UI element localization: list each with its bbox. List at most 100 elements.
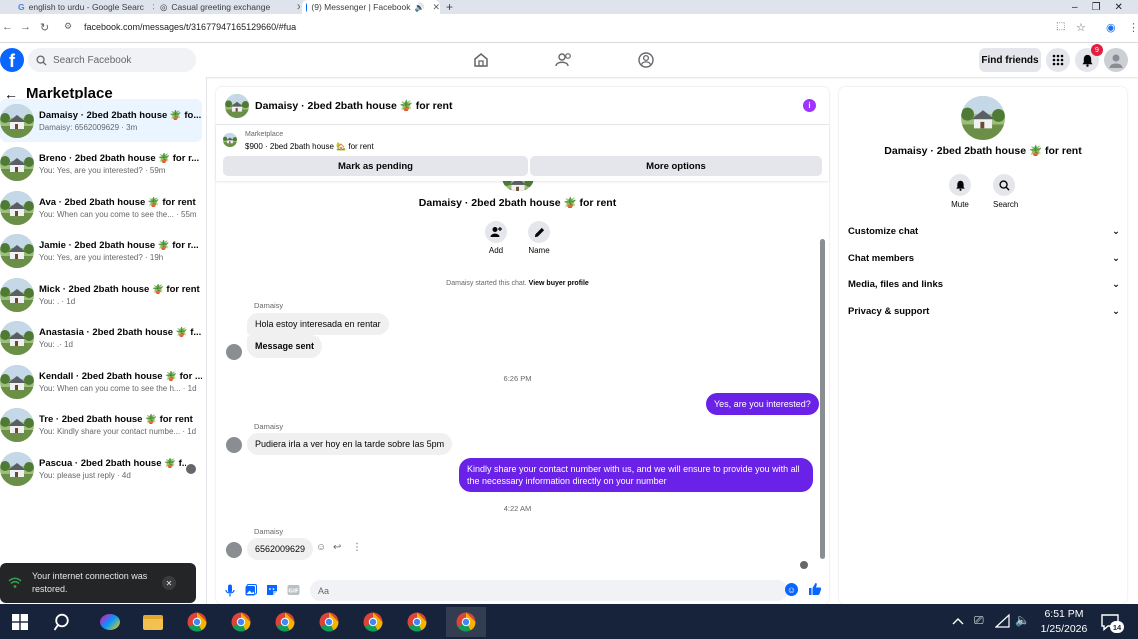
facebook-logo-icon[interactable]: f xyxy=(0,48,24,72)
reload-icon[interactable]: ↻ xyxy=(40,21,49,34)
chrome-app-icon[interactable] xyxy=(316,609,342,635)
conversation-item[interactable]: Anastasia · 2bed 2bath house 🪴 f... You: … xyxy=(0,317,202,360)
message-bubble[interactable]: 6562009629 xyxy=(247,538,314,561)
conversation-item[interactable]: Tre · 2bed 2bath house 🪴 for rent You: Ki… xyxy=(0,404,202,447)
message-bubble-outgoing[interactable]: Kindly share your contact number with us… xyxy=(459,458,813,493)
groups-icon[interactable] xyxy=(637,51,655,69)
mute-button[interactable]: Mute xyxy=(949,174,971,209)
thumbs-up-icon[interactable] xyxy=(808,582,822,596)
menu-kebab-icon[interactable]: ⋮ xyxy=(1128,21,1138,34)
listing-thumbnail[interactable] xyxy=(223,133,237,147)
message-bubble-outgoing[interactable]: Yes, are you interested? xyxy=(706,393,819,416)
chrome-app-icon[interactable] xyxy=(404,609,430,635)
search-in-chat-button[interactable]: Search xyxy=(993,174,1018,209)
windows-start-icon[interactable] xyxy=(12,614,28,630)
conversation-item[interactable]: Damaisy · 2bed 2bath house 🪴 fo... Damais… xyxy=(0,99,202,142)
conversation-title: Anastasia · 2bed 2bath house 🪴 f... xyxy=(39,327,202,338)
gif-icon[interactable]: GIF xyxy=(287,584,300,596)
chrome-app-icon[interactable] xyxy=(360,609,386,635)
notification-count-badge: 14 xyxy=(1110,621,1124,633)
meet-now-icon[interactable]: ⎚ xyxy=(974,613,984,628)
minimize-icon[interactable]: – xyxy=(1072,2,1078,13)
search-input[interactable]: Search Facebook xyxy=(28,48,196,72)
name-button[interactable]: Name xyxy=(528,221,550,255)
chat-avatar[interactable] xyxy=(225,93,249,118)
bookmark-star-icon[interactable]: ☆ xyxy=(1076,21,1086,34)
conversation-item[interactable]: Ava · 2bed 2bath house 🪴 for rent You: Wh… xyxy=(0,186,202,229)
paint-app-icon[interactable] xyxy=(97,609,123,635)
conversation-item[interactable]: Mick · 2bed 2bath house 🪴 for rent You: .… xyxy=(0,273,202,316)
speaker-icon[interactable]: 🔊 xyxy=(414,3,424,12)
menu-grid-button[interactable] xyxy=(1046,48,1070,72)
site-settings-icon[interactable]: ⚙ xyxy=(64,21,72,32)
search-icon[interactable] xyxy=(54,613,72,631)
clock[interactable]: 6:51 PM 1/25/2026 xyxy=(1035,607,1093,637)
browser-tab-messenger[interactable]: (9) Messenger | Facebook 🔊 ✕ xyxy=(302,0,440,14)
more-actions-icon[interactable]: ⋮ xyxy=(352,542,362,553)
mark-pending-button[interactable]: Mark as pending xyxy=(223,156,528,176)
profile-icon[interactable]: ◉ xyxy=(1106,21,1116,34)
chrome-app-icon[interactable] xyxy=(228,609,254,635)
wifi-icon[interactable] xyxy=(995,614,1010,628)
close-icon[interactable]: ✕ xyxy=(432,2,440,13)
close-toast-icon[interactable]: ✕ xyxy=(162,576,176,590)
more-options-button[interactable]: More options xyxy=(530,156,822,176)
chrome-app-icon[interactable] xyxy=(446,607,486,637)
restore-icon[interactable]: ❐ xyxy=(1092,2,1101,13)
chevron-up-icon[interactable] xyxy=(952,617,964,625)
chat-title[interactable]: Damaisy · 2bed 2bath house 🪴 for rent xyxy=(255,99,452,112)
conversation-item[interactable]: Breno · 2bed 2bath house 🪴 for r... You: … xyxy=(0,143,202,186)
sender-avatar xyxy=(226,344,242,360)
browser-tab-chat[interactable]: ◎ Casual greeting exchange ✕ xyxy=(160,0,300,14)
customize-chat-section[interactable]: Customize chat ⌄ xyxy=(848,226,1120,237)
listing-info[interactable]: $900 · 2bed 2bath house 🏡 for rent xyxy=(245,142,374,151)
close-window-icon[interactable]: ✕ xyxy=(1115,2,1123,13)
find-friends-button[interactable]: Find friends xyxy=(979,48,1041,72)
message-bubble[interactable]: Pudiera irla a ver hoy en la tarde sobre… xyxy=(247,433,453,456)
chrome-app-icon[interactable] xyxy=(184,609,210,635)
message-composer: GIF Aa ☺ xyxy=(216,577,829,604)
close-icon[interactable]: ✕ xyxy=(296,2,300,13)
add-button[interactable]: Add xyxy=(485,221,507,255)
chat-scrollbar[interactable] xyxy=(820,187,825,559)
new-tab-button[interactable]: + xyxy=(446,0,460,14)
account-avatar[interactable] xyxy=(1104,48,1128,72)
conversation-item[interactable]: Pascua · 2bed 2bath house 🪴 f... You: ple… xyxy=(0,447,202,490)
react-emoji-icon[interactable]: ☺ xyxy=(316,542,326,553)
message-bubble[interactable]: Hola estoy interesada en rentar xyxy=(247,313,389,336)
tab-title: (9) Messenger | Facebook xyxy=(311,2,411,12)
info-icon[interactable]: i xyxy=(803,99,816,112)
timestamp: 4:22 AM xyxy=(503,504,532,513)
microphone-icon[interactable] xyxy=(225,584,235,597)
page-scrollbar[interactable] xyxy=(1131,87,1136,604)
scrollbar-thumb[interactable] xyxy=(820,239,825,559)
close-icon[interactable]: ✕ xyxy=(152,2,154,13)
media-files-section[interactable]: Media, files and links ⌄ xyxy=(848,279,1120,290)
chrome-icon xyxy=(456,612,476,632)
connection-toast: Your internet connection was restored. ✕ xyxy=(0,563,196,603)
forward-icon[interactable]: → xyxy=(20,21,31,33)
browser-tab-google[interactable]: G english to urdu - Google Searc ✕ xyxy=(18,0,154,14)
sticker-icon[interactable] xyxy=(266,584,278,596)
google-icon: G xyxy=(18,2,25,12)
info-avatar[interactable] xyxy=(961,96,1005,140)
view-buyer-profile-link[interactable]: View buyer profile xyxy=(529,280,589,287)
conversation-preview: You: When can you come to see the h... ·… xyxy=(39,383,197,393)
photo-icon[interactable] xyxy=(245,584,257,596)
home-icon[interactable] xyxy=(472,51,490,69)
friends-icon[interactable] xyxy=(555,51,573,69)
message-input[interactable]: Aa xyxy=(310,580,788,601)
message-bubble[interactable]: Message sent xyxy=(247,335,323,358)
reply-icon[interactable]: ↩ xyxy=(333,542,341,553)
url-field[interactable]: facebook.com/messages/t/3167794716512966… xyxy=(84,22,296,32)
volume-icon[interactable]: 🔈 xyxy=(1015,613,1030,627)
chrome-app-icon[interactable] xyxy=(272,609,298,635)
file-explorer-icon[interactable] xyxy=(140,609,166,635)
conversation-item[interactable]: Kendall · 2bed 2bath house 🪴 for ... You:… xyxy=(0,360,202,403)
back-icon[interactable]: ← xyxy=(2,21,13,33)
install-icon[interactable]: ⬚ xyxy=(1056,21,1065,32)
privacy-support-section[interactable]: Privacy & support ⌄ xyxy=(848,306,1120,317)
chat-members-section[interactable]: Chat members ⌄ xyxy=(848,253,1120,264)
emoji-icon[interactable]: ☺ xyxy=(785,583,798,596)
conversation-item[interactable]: Jamie · 2bed 2bath house 🪴 for r... You: … xyxy=(0,230,202,273)
